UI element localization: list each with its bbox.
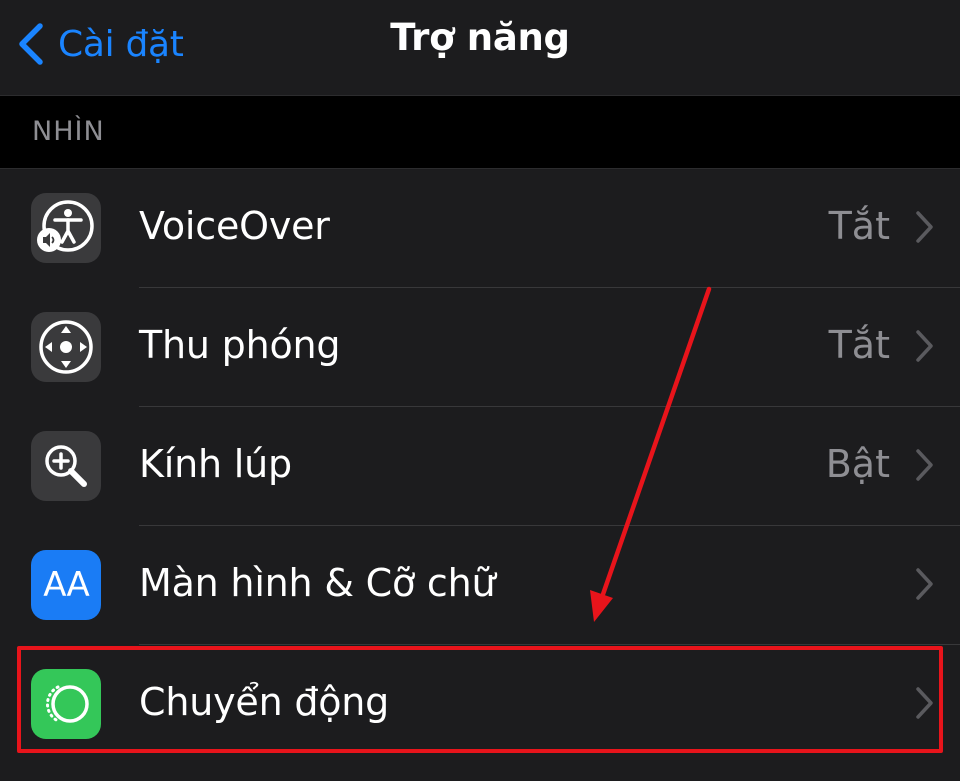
list-item-zoom[interactable]: Thu phóng Tắt — [0, 288, 960, 406]
navigation-bar: Cài đặt Trợ năng — [0, 0, 960, 96]
zoom-icon — [31, 312, 101, 382]
chevron-right-icon — [914, 448, 934, 482]
list-item-label: Màn hình & Cỡ chữ — [139, 561, 496, 605]
list-item-label: Kính lúp — [139, 442, 292, 486]
list-item-label: VoiceOver — [139, 204, 330, 248]
display-text-size-icon: AA — [31, 550, 101, 620]
section-header-label: NHÌN — [32, 116, 105, 147]
chevron-right-icon — [914, 686, 934, 720]
list-item-voiceover[interactable]: VoiceOver Tắt — [0, 169, 960, 287]
chevron-right-icon — [914, 210, 934, 244]
section-header: NHÌN — [0, 96, 960, 168]
magnifier-icon — [31, 431, 101, 501]
motion-icon — [31, 669, 101, 739]
list-item-label: Thu phóng — [139, 323, 341, 367]
list-item-magnifier[interactable]: Kính lúp Bật — [0, 407, 960, 525]
list-item-value: Tắt — [828, 323, 890, 367]
settings-list: VoiceOver Tắt Thu phóng Tắt Kính lúp Bật… — [0, 168, 960, 781]
chevron-right-icon — [914, 329, 934, 363]
list-item-value: Tắt — [828, 204, 890, 248]
list-item-label: Chuyển động — [139, 680, 390, 724]
voiceover-icon — [31, 193, 101, 263]
display-text-size-icon-glyph: AA — [43, 565, 89, 605]
list-item-value: Bật — [825, 442, 890, 486]
chevron-right-icon — [914, 567, 934, 601]
list-item-display-text-size[interactable]: AA Màn hình & Cỡ chữ — [0, 526, 960, 644]
list-item-motion[interactable]: Chuyển động — [0, 645, 960, 763]
page-title: Trợ năng — [390, 16, 570, 59]
